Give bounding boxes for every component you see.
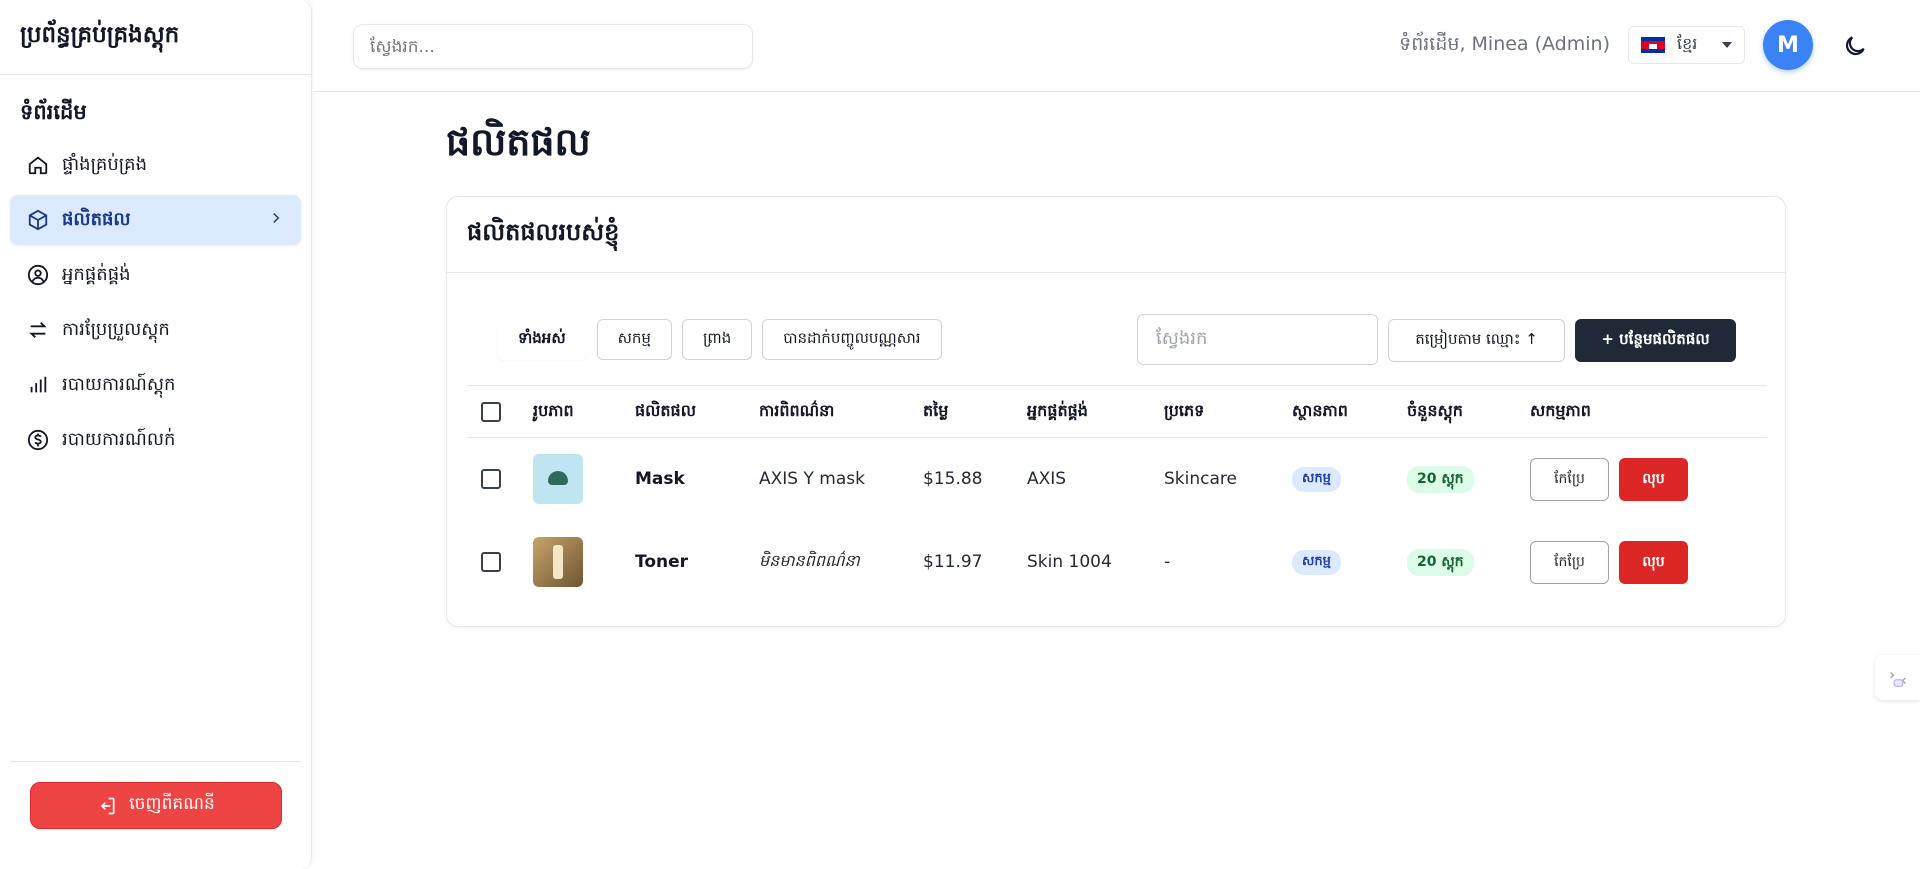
sidebar: ប្រព័ន្ធគ្រប់គ្រងស្តុក ទំព័រដើម ផ្ទាំងគ្… — [0, 0, 312, 869]
home-icon — [26, 153, 50, 177]
sidebar-divider — [10, 761, 301, 762]
table-header-row: រូបភាព ផលិតផល ការពិពណ៌នា តម្លៃ អ្នកផ្គត់… — [467, 385, 1767, 438]
filter-tabs: ទាំងអស់ សកម្ម ព្រាង បានដាក់បញ្ចូលបណ្ណសារ — [497, 319, 942, 360]
table-row: Toner មិនមានពិពណ៌នា $11.97 Skin 1004 - ស… — [467, 521, 1767, 604]
product-image — [533, 454, 583, 505]
sidebar-item-products[interactable]: ផលិតផល — [10, 195, 301, 245]
products-card: ផលិតផលរបស់ខ្ញុំ ទាំងអស់ សកម្ម ព្រាង បានដ… — [446, 196, 1786, 627]
products-table: រូបភាព ផលិតផល ការពិពណ៌នា តម្លៃ អ្នកផ្គត់… — [467, 385, 1767, 604]
top-bar: ទំព័រដើម, Minea (Admin) ខ្មែរ M — [313, 0, 1920, 92]
user-avatar[interactable]: M — [1763, 20, 1813, 70]
product-name: Mask — [635, 469, 685, 490]
chevron-right-icon — [267, 209, 285, 232]
column-header: សកម្មភាព — [1530, 385, 1767, 438]
product-image — [533, 537, 583, 587]
app-brand: ប្រព័ន្ធគ្រប់គ្រងស្តុក — [0, 0, 311, 75]
product-price: $11.97 — [923, 552, 983, 572]
product-price: $15.88 — [923, 469, 983, 490]
cambodia-flag-icon — [1641, 37, 1665, 53]
select-all-checkbox[interactable] — [481, 401, 501, 422]
product-supplier: AXIS — [1027, 469, 1067, 490]
user-circle-icon — [26, 263, 50, 287]
swap-arrows-icon — [26, 318, 50, 342]
language-selector[interactable]: ខ្មែរ — [1628, 26, 1745, 64]
add-product-button[interactable]: + បន្ថែមផលិតផល — [1575, 319, 1736, 362]
product-category: - — [1164, 552, 1171, 572]
sidebar-item-label: របាយការណ៍ស្តុក — [62, 373, 176, 395]
welcome-text: ទំព័រដើម, Minea (Admin) — [1399, 33, 1610, 55]
filter-draft[interactable]: ព្រាង — [681, 319, 753, 360]
sidebar-item-label: ការប្រែប្រួលស្តុក — [62, 318, 170, 340]
edit-button[interactable]: កែប្រែ — [1530, 540, 1609, 584]
logout-button[interactable]: ចេញពីគណនី — [30, 782, 282, 829]
status-badge: សកម្ម — [1292, 466, 1341, 492]
column-header: ស្ថានភាព — [1292, 385, 1407, 438]
moon-icon[interactable] — [1842, 33, 1868, 59]
box-icon — [26, 208, 50, 232]
product-category: Skincare — [1164, 469, 1237, 490]
filter-archived[interactable]: បានដាក់បញ្ចូលបណ្ណសារ — [762, 319, 942, 360]
column-header: ចំនួនស្តុក — [1407, 385, 1530, 438]
column-header: អ្នកផ្គត់ផ្គង់ — [1027, 385, 1164, 438]
sidebar-item-stock-movements[interactable]: ការប្រែប្រួលស្តុក — [10, 305, 301, 355]
product-supplier: Skin 1004 — [1027, 552, 1112, 572]
stock-badge: 20 ស្តុក — [1407, 465, 1474, 493]
card-title: ផលិតផលរបស់ខ្ញុំ — [447, 197, 1785, 273]
product-search-input[interactable]: ស្វែងរក — [1137, 314, 1378, 365]
logout-icon — [97, 796, 117, 816]
row-checkbox[interactable] — [481, 469, 501, 490]
global-search-input[interactable] — [353, 24, 753, 69]
sidebar-item-label: អ្នកផ្គត់ផ្គង់ — [62, 263, 131, 285]
filter-active[interactable]: សកម្ម — [596, 319, 672, 360]
logout-label: ចេញពីគណនី — [129, 794, 215, 814]
sidebar-item-dashboard[interactable]: ផ្ទាំងគ្រប់គ្រង — [10, 140, 301, 190]
row-checkbox[interactable] — [481, 552, 501, 572]
dev-tools-icon[interactable] — [1875, 655, 1920, 700]
sidebar-item-label: របាយការណ៍លក់ — [62, 428, 176, 450]
filter-all[interactable]: ទាំងអស់ — [497, 319, 587, 360]
page-title: ផលិតផល — [446, 120, 591, 164]
sidebar-section-title: ទំព័រដើម — [20, 100, 87, 124]
stock-badge: 20 ស្តុក — [1407, 548, 1474, 576]
sidebar-item-sales-report[interactable]: របាយការណ៍លក់ — [10, 415, 301, 465]
caret-down-icon — [1722, 42, 1732, 48]
delete-button[interactable]: លុប — [1619, 457, 1688, 501]
bar-chart-icon — [26, 373, 50, 397]
delete-button[interactable]: លុប — [1619, 540, 1688, 584]
product-name: Toner — [635, 552, 689, 572]
table-row: Mask AXIS Y mask $15.88 AXIS Skincare សក… — [467, 438, 1767, 521]
sidebar-item-stock-report[interactable]: របាយការណ៍ស្តុក — [10, 360, 301, 410]
language-label: ខ្មែរ — [1677, 34, 1698, 53]
product-description: មិនមានពិពណ៌នា — [759, 551, 860, 570]
column-header: ផលិតផល — [635, 385, 759, 438]
column-header: ប្រភេទ — [1164, 385, 1292, 438]
sidebar-item-label: ផ្ទាំងគ្រប់គ្រង — [62, 153, 147, 175]
status-badge: សកម្ម — [1292, 549, 1341, 575]
sidebar-item-label: ផលិតផល — [62, 208, 131, 230]
column-header: តម្លៃ — [923, 385, 1027, 438]
product-description: AXIS Y mask — [759, 469, 865, 490]
sort-button[interactable]: តម្រៀបតាម ឈ្មោះ ↑ — [1388, 319, 1565, 362]
column-header: រូបភាព — [533, 385, 635, 438]
dollar-circle-icon — [26, 428, 50, 452]
column-header: ការពិពណ៌នា — [759, 385, 923, 438]
sidebar-item-suppliers[interactable]: អ្នកផ្គត់ផ្គង់ — [10, 250, 301, 300]
edit-button[interactable]: កែប្រែ — [1530, 457, 1609, 501]
